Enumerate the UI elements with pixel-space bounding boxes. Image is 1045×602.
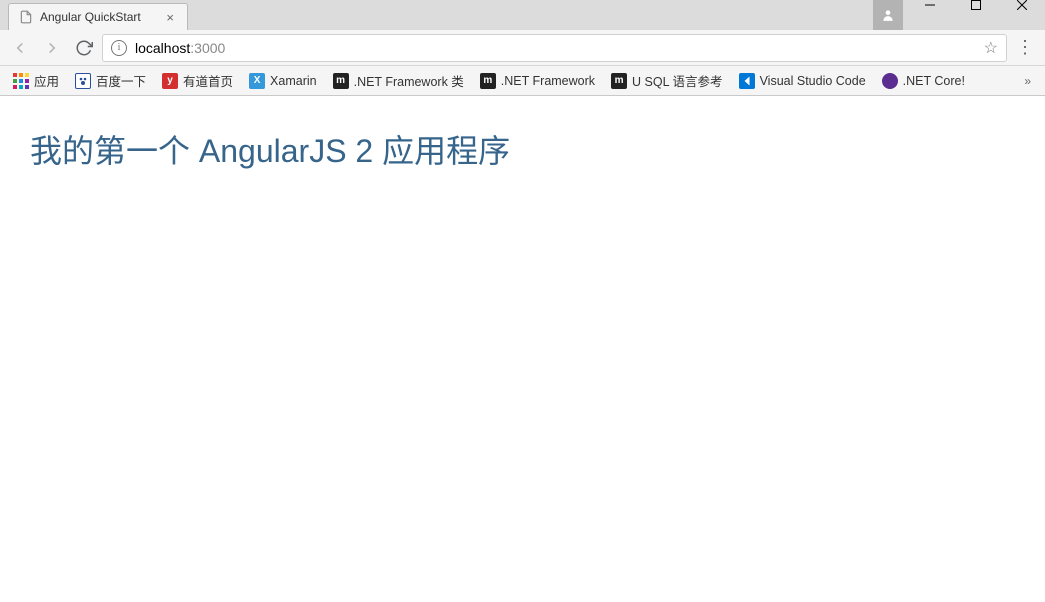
url-port: :3000: [190, 40, 225, 56]
bookmark-label: Visual Studio Code: [760, 74, 866, 88]
apps-grid-icon: [13, 73, 29, 89]
browser-chrome: Angular QuickStart ×: [0, 0, 1045, 96]
bookmark-favicon: y: [162, 73, 178, 89]
bookmark-label: .NET Framework: [501, 74, 595, 88]
bookmark-star-icon[interactable]: ☆: [984, 38, 998, 58]
bookmark-favicon: m: [333, 73, 349, 89]
arrow-right-icon: [43, 39, 61, 57]
bookmark-item[interactable]: 百度一下: [68, 68, 153, 93]
bookmarks-overflow-button[interactable]: »: [1016, 71, 1039, 91]
kebab-menu-icon: ⋮: [1016, 37, 1034, 58]
bookmark-favicon: [739, 73, 755, 89]
apps-label: 应用: [34, 71, 59, 90]
apps-button[interactable]: 应用: [6, 68, 66, 93]
bookmark-label: .NET Core!: [903, 74, 965, 88]
bookmark-item[interactable]: Visual Studio Code: [732, 70, 873, 92]
reload-button[interactable]: [70, 34, 98, 62]
window-minimize-button[interactable]: [907, 0, 953, 10]
url-host: localhost: [135, 40, 190, 56]
back-button[interactable]: [6, 34, 34, 62]
chrome-menu-button[interactable]: ⋮: [1011, 34, 1039, 62]
bookmark-label: 百度一下: [96, 71, 146, 90]
bookmark-label: Xamarin: [270, 74, 317, 88]
bookmark-label: .NET Framework 类: [354, 71, 464, 90]
maximize-icon: [971, 0, 981, 10]
address-bar-row: i localhost:3000 ☆ ⋮: [0, 30, 1045, 66]
bookmark-favicon: [882, 73, 898, 89]
bookmark-favicon: m: [480, 73, 496, 89]
minimize-icon: [925, 0, 935, 10]
site-info-icon[interactable]: i: [111, 40, 127, 56]
address-bar[interactable]: i localhost:3000 ☆: [102, 34, 1007, 62]
page-content: 我的第一个 AngularJS 2 应用程序: [0, 96, 1045, 202]
page-heading: 我的第一个 AngularJS 2 应用程序: [30, 126, 1015, 172]
close-icon: [1017, 0, 1027, 10]
forward-button[interactable]: [38, 34, 66, 62]
bookmark-item[interactable]: y 有道首页: [155, 68, 240, 93]
tab-strip: Angular QuickStart ×: [0, 0, 1045, 30]
browser-tab[interactable]: Angular QuickStart ×: [8, 3, 188, 30]
bookmark-favicon: X: [249, 73, 265, 89]
bookmark-item[interactable]: m .NET Framework 类: [326, 68, 471, 93]
bookmarks-bar: 应用 百度一下 y 有道首页 X Xamarin m .NET Framework 类 m .N…: [0, 66, 1045, 96]
tab-title: Angular QuickStart: [40, 10, 141, 24]
bookmark-item[interactable]: X Xamarin: [242, 70, 324, 92]
bookmark-item[interactable]: .NET Core!: [875, 70, 972, 92]
window-close-button[interactable]: [999, 0, 1045, 10]
user-avatar-button[interactable]: [873, 0, 903, 30]
bookmark-favicon: m: [611, 73, 627, 89]
file-icon: [19, 10, 33, 24]
close-tab-icon[interactable]: ×: [163, 10, 177, 25]
reload-icon: [75, 39, 93, 57]
bookmark-label: U SQL 语言参考: [632, 71, 723, 90]
bookmark-item[interactable]: m U SQL 语言参考: [604, 68, 730, 93]
arrow-left-icon: [11, 39, 29, 57]
window-maximize-button[interactable]: [953, 0, 999, 10]
bookmark-item[interactable]: m .NET Framework: [473, 70, 602, 92]
bookmark-favicon: [75, 73, 91, 89]
user-icon: [881, 8, 895, 22]
bookmark-label: 有道首页: [183, 71, 233, 90]
